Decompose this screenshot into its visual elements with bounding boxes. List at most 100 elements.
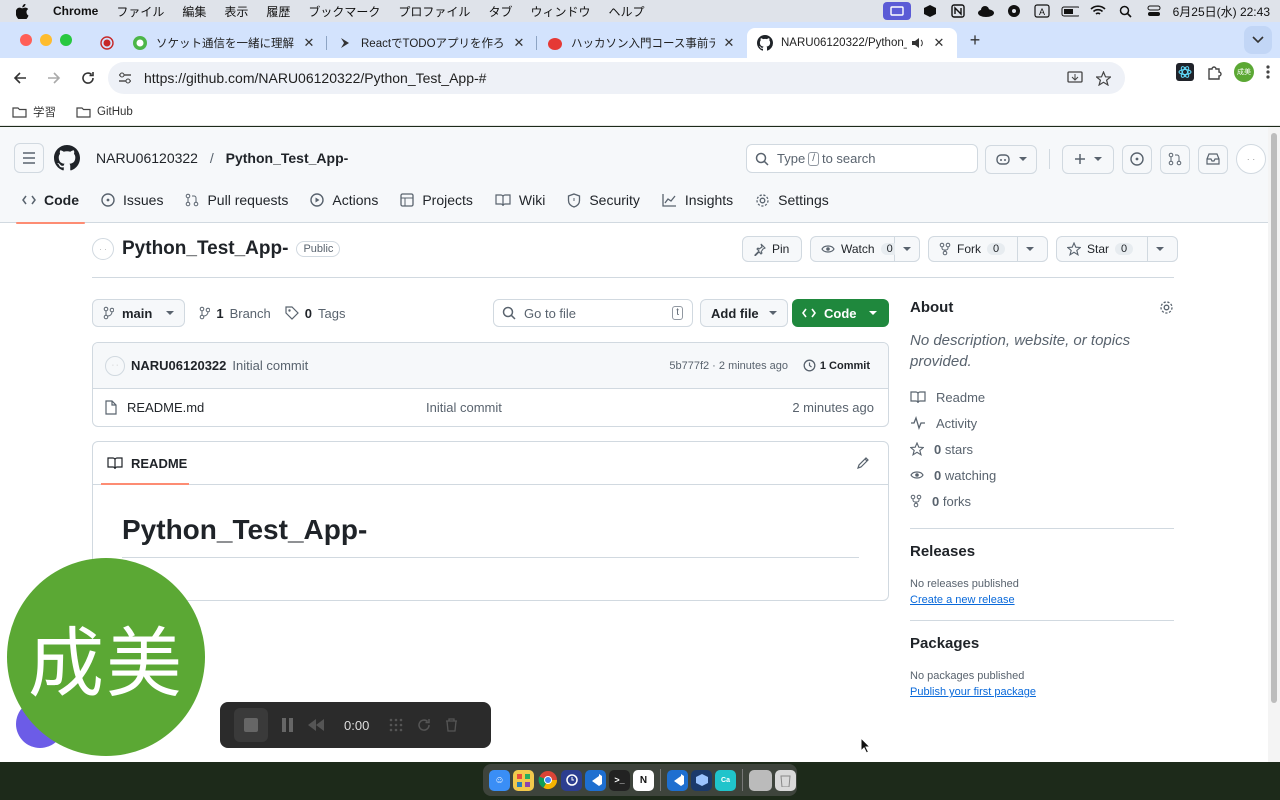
packages-heading[interactable]: Packages <box>910 635 1174 652</box>
tab-close-icon[interactable]: ✕ <box>301 35 317 51</box>
copilot-button[interactable] <box>985 144 1037 174</box>
browser-tab[interactable]: ソケット通信を一緒に理解しよう ✕ <box>122 28 327 58</box>
pull-requests-icon[interactable] <box>1160 144 1190 174</box>
tab-actions[interactable]: Actions <box>302 186 386 214</box>
hamburger-menu-button[interactable] <box>14 143 44 173</box>
vscode-alt-icon[interactable] <box>667 769 688 791</box>
commit-message[interactable]: Initial commit <box>232 358 308 373</box>
user-avatar[interactable]: · · <box>1236 144 1266 174</box>
screen-share-icon[interactable] <box>882 2 911 20</box>
stop-recording-button[interactable] <box>234 708 268 742</box>
code-dropdown-button[interactable]: Code <box>792 299 889 327</box>
github-logo-icon[interactable] <box>54 145 80 171</box>
canva-icon[interactable]: Ca <box>715 769 736 791</box>
tab-settings[interactable]: Settings <box>747 186 837 214</box>
fork-dropdown-button[interactable] <box>1018 236 1048 262</box>
file-name[interactable]: README.md <box>127 400 204 415</box>
tab-close-icon[interactable]: ✕ <box>721 35 737 51</box>
bookmark-folder[interactable]: 学習 <box>12 104 56 120</box>
bookmark-folder[interactable]: GitHub <box>76 106 133 118</box>
notion-icon[interactable]: N <box>633 769 654 791</box>
tab-close-icon[interactable]: ✕ <box>931 35 947 51</box>
edit-pencil-icon[interactable] <box>856 456 870 470</box>
star-dropdown-button[interactable] <box>1148 236 1178 262</box>
forks-link[interactable]: 0 forks <box>910 488 1174 514</box>
file-commit-message[interactable]: Initial commit <box>426 400 502 415</box>
palette-icon[interactable] <box>1005 4 1023 18</box>
browser-tab[interactable]: ReactでTODOアプリを作ろう P ✕ <box>327 28 537 58</box>
breadcrumb-owner[interactable]: NARU06120322 <box>96 150 198 166</box>
tags-link[interactable]: 0 Tags <box>285 306 345 321</box>
go-to-file-input[interactable]: Go to file t <box>493 299 693 327</box>
commit-author[interactable]: NARU06120322 <box>131 358 226 373</box>
gear-icon[interactable] <box>1159 300 1174 315</box>
new-tab-button[interactable]: + <box>961 30 989 51</box>
input-method-icon[interactable]: A <box>1033 4 1051 18</box>
releases-heading[interactable]: Releases <box>910 543 1174 560</box>
pause-icon[interactable] <box>282 718 294 732</box>
extensions-puzzle-icon[interactable] <box>1206 64 1222 80</box>
minimize-window-button[interactable] <box>40 34 52 46</box>
downloads-stack-icon[interactable] <box>749 769 772 791</box>
commit-sha-time[interactable]: 5b777f2 · 2 minutes ago <box>669 360 788 372</box>
menubar-datetime[interactable]: 6月25日(水) 22:43 <box>1173 3 1270 20</box>
wifi-icon[interactable] <box>1089 4 1107 18</box>
grid-icon[interactable] <box>389 718 403 732</box>
vscode-icon[interactable] <box>585 769 606 791</box>
bookmark-star-icon[interactable] <box>1096 70 1111 86</box>
menu-profiles[interactable]: プロファイル <box>389 3 479 20</box>
speaker-icon[interactable] <box>911 37 925 49</box>
stars-link[interactable]: 0 stars <box>910 436 1174 462</box>
profile-avatar[interactable]: 成美 <box>1234 62 1254 82</box>
issues-icon[interactable] <box>1122 144 1152 174</box>
breadcrumb-repo[interactable]: Python_Test_App- <box>226 150 349 166</box>
trash-icon[interactable] <box>445 718 458 732</box>
publish-package-link[interactable]: Publish your first package <box>910 686 1036 698</box>
owner-avatar[interactable]: · · <box>92 238 114 260</box>
branches-link[interactable]: 1 Branch <box>199 306 271 321</box>
readme-link[interactable]: Readme <box>910 384 1174 410</box>
terminal-icon[interactable]: >_ <box>609 769 630 791</box>
close-window-button[interactable] <box>20 34 32 46</box>
browser-tab-active[interactable]: NARU06120322/Python_T ✕ <box>747 28 957 58</box>
rewind-icon[interactable] <box>308 719 324 731</box>
hex-app-icon[interactable] <box>921 4 939 18</box>
repo-name[interactable]: Python_Test_App- <box>122 238 288 260</box>
readme-tab-label[interactable]: README <box>131 456 187 471</box>
back-button[interactable] <box>4 62 36 94</box>
menu-window[interactable]: ウィンドウ <box>521 3 599 20</box>
tab-projects[interactable]: Projects <box>392 186 481 214</box>
create-new-button[interactable] <box>1062 144 1114 174</box>
timer-app-icon[interactable] <box>561 769 582 791</box>
site-info-icon[interactable] <box>118 72 132 84</box>
menu-history[interactable]: 履歴 <box>257 3 299 20</box>
launchpad-icon[interactable] <box>513 769 534 791</box>
tab-issues[interactable]: Issues <box>93 186 171 214</box>
tab-code[interactable]: Code <box>14 186 87 224</box>
pin-button[interactable]: Pin <box>742 236 802 262</box>
zoom-window-button[interactable] <box>60 34 72 46</box>
commits-link[interactable]: 1 Commit <box>803 359 870 372</box>
react-devtools-icon[interactable] <box>1176 63 1194 81</box>
menu-tab[interactable]: タブ <box>479 3 521 20</box>
inbox-icon[interactable] <box>1198 144 1228 174</box>
apple-icon[interactable] <box>0 3 44 19</box>
menu-file[interactable]: ファイル <box>107 3 173 20</box>
activity-link[interactable]: Activity <box>910 410 1174 436</box>
menu-edit[interactable]: 編集 <box>173 3 215 20</box>
chrome-icon[interactable] <box>537 770 558 791</box>
branch-selector[interactable]: main <box>92 299 186 327</box>
menu-view[interactable]: 表示 <box>215 3 257 20</box>
address-bar[interactable]: https://github.com/NARU06120322/Python_T… <box>108 62 1125 94</box>
scrollbar-thumb[interactable] <box>1271 133 1277 703</box>
menu-app-name[interactable]: Chrome <box>44 4 107 18</box>
watching-link[interactable]: 0 watching <box>910 462 1174 488</box>
reload-button[interactable] <box>72 62 104 94</box>
commit-author-avatar[interactable]: · · <box>105 355 125 376</box>
create-release-link[interactable]: Create a new release <box>910 594 1015 606</box>
forward-button[interactable] <box>38 62 70 94</box>
watch-dropdown-button[interactable] <box>895 236 920 262</box>
browser-tab[interactable]: ハッカソン入門コース事前テスト ✕ <box>537 28 747 58</box>
table-row[interactable]: README.md Initial commit 2 minutes ago <box>93 389 888 426</box>
tab-search-button[interactable] <box>1244 26 1272 54</box>
